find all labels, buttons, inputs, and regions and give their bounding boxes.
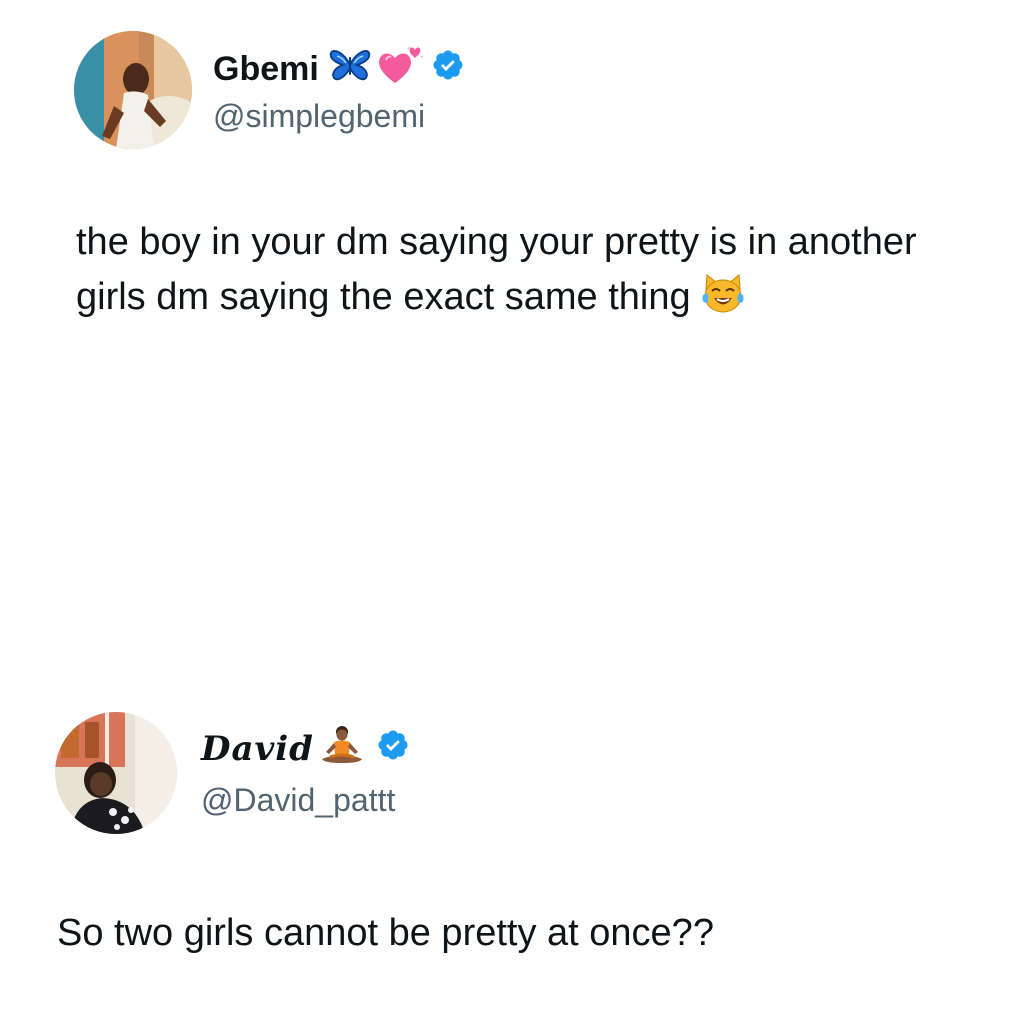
verified-badge-icon — [431, 48, 465, 91]
tweet-text: So two girls cannot be pretty at once?? — [57, 906, 957, 961]
avatar[interactable] — [55, 712, 177, 834]
cat-tears-of-joy-icon — [701, 273, 745, 331]
author-name-row: David — [201, 725, 410, 773]
tweet-body: the boy in your dm saying your pretty is… — [76, 221, 917, 318]
tweet-text: the boy in your dm saying your pretty is… — [76, 215, 956, 331]
verified-badge-icon — [376, 728, 410, 771]
display-name[interactable]: Gbemi — [213, 50, 319, 89]
display-name[interactable]: David — [201, 729, 314, 769]
tweet-gbemi: Gbemi @simplegbemi the boy in your dm sa… — [0, 0, 1024, 560]
butterfly-icon — [329, 48, 371, 91]
author-handle[interactable]: @simplegbemi — [213, 98, 425, 135]
author-name-row: Gbemi — [213, 45, 465, 94]
tweet-body: So two girls cannot be pretty at once?? — [57, 912, 714, 954]
heart-with-ribbon-icon — [377, 45, 424, 94]
author-handle[interactable]: @David_pattt — [201, 782, 395, 819]
avatar[interactable] — [74, 31, 192, 149]
tweet-david: David @David_pattt So two girls cannot b… — [0, 700, 1024, 1024]
person-meditating-icon — [316, 725, 368, 774]
